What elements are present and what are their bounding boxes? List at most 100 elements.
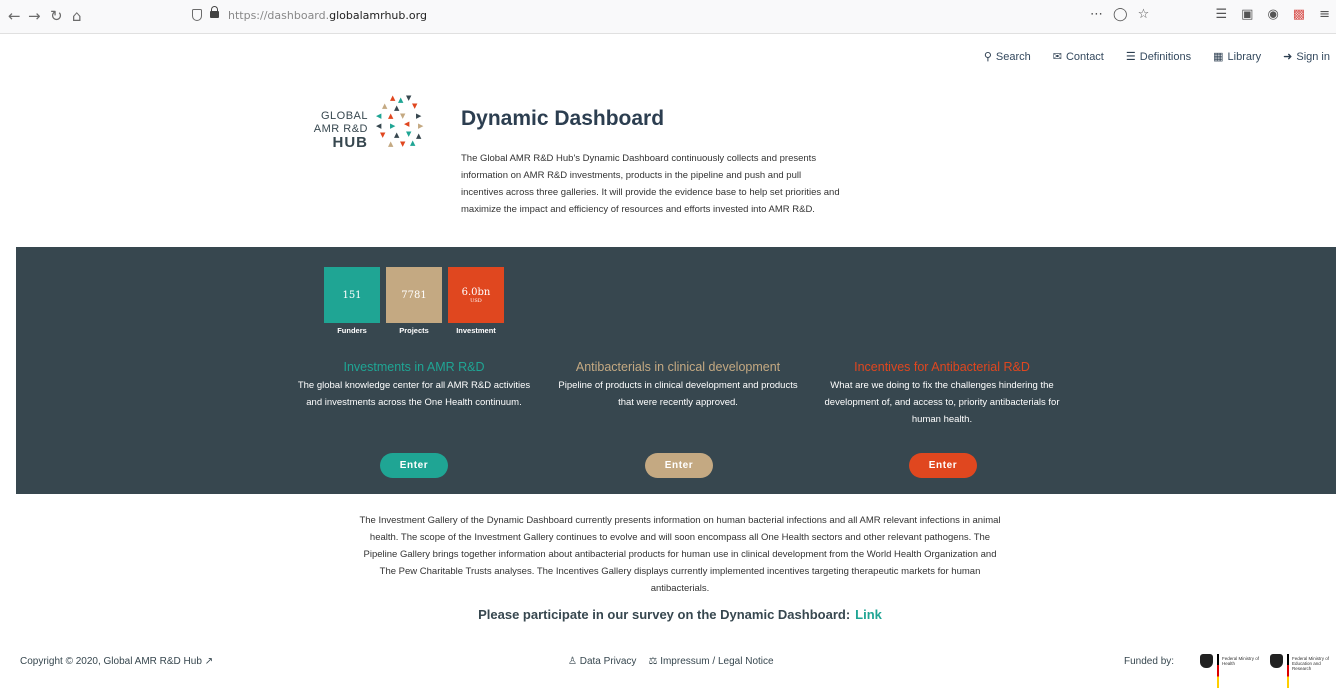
german-flag-stripe <box>1287 654 1289 688</box>
nav-contact[interactable]: ✉ Contact <box>1052 50 1104 64</box>
svg-text:▼: ▼ <box>400 140 406 148</box>
gallery-investments: Investments in AMR R&D The global knowle… <box>294 359 534 411</box>
data-privacy-link[interactable]: ♙ Data Privacy <box>568 656 636 667</box>
nav-library[interactable]: ▦ Library <box>1213 50 1262 64</box>
svg-text:▲: ▲ <box>398 96 404 104</box>
svg-text:▼: ▼ <box>412 102 418 110</box>
logo-text: GLOBAL AMR R&D HUB <box>300 110 368 151</box>
stat-investment-tile: 6.0bn USD <box>448 267 504 323</box>
svg-text:◀: ◀ <box>376 112 382 120</box>
svg-text:▶: ▶ <box>390 122 396 130</box>
logo-line1: GLOBAL <box>320 110 368 122</box>
ministry-health-text: Federal Ministry of Health <box>1222 656 1260 666</box>
page-title: Dynamic Dashboard <box>461 107 665 130</box>
reload-icon[interactable]: ↻ <box>50 7 63 25</box>
library-icon[interactable]: ☰ <box>1216 7 1228 22</box>
nav-search-label: Search <box>995 50 1031 63</box>
sign-in-icon: ➜ <box>1283 51 1293 63</box>
nav-definitions-label: Definitions <box>1139 50 1192 63</box>
data-privacy-label: Data Privacy <box>579 656 637 667</box>
pocket-icon[interactable]: ◯ <box>1113 7 1128 22</box>
svg-text:▲: ▲ <box>388 112 394 120</box>
nav-signin-label: Sign in <box>1296 50 1330 63</box>
gallery-antibacterials-desc: Pipeline of products in clinical develop… <box>558 380 798 408</box>
bookmark-star-icon[interactable]: ☆ <box>1138 7 1150 22</box>
address-bar[interactable]: https://dashboard.globalamrhub.org <box>228 9 427 22</box>
gallery-info-text: The Investment Gallery of the Dynamic Da… <box>359 515 1001 594</box>
forward-icon[interactable]: → <box>28 7 41 25</box>
logo-mark-icon: ▲ ▲ ▼ ▲ ▲ ▼ ◀ ▲ ▼ ▶ ◀ ▶ ◀ ▶ ▼ ▲ ▼ ▲ ▲ ▼ … <box>376 94 424 148</box>
svg-text:▲: ▲ <box>394 131 400 139</box>
ministry-health-logo[interactable]: Federal Ministry of Health <box>1200 654 1264 688</box>
stat-projects-label: Projects <box>399 326 429 335</box>
survey-link[interactable]: Link <box>855 607 882 622</box>
global-amr-hub-logo[interactable]: GLOBAL AMR R&D HUB ▲ ▲ ▼ ▲ ▲ ▼ ◀ ▲ ▼ ▶ ◀… <box>300 92 430 158</box>
gallery-incentives-desc: What are we doing to fix the challenges … <box>824 380 1060 425</box>
more-actions-icon[interactable]: ⋯ <box>1090 7 1103 22</box>
enter-incentives-button[interactable]: Enter <box>909 453 977 478</box>
list-icon: ☰ <box>1125 51 1136 63</box>
ministry-education-logo[interactable]: Federal Ministry of Education and Resear… <box>1270 654 1334 688</box>
stat-investment-unit: USD <box>470 297 482 304</box>
survey-text: Please participate in our survey on the … <box>478 607 851 622</box>
gallery-antibacterials: Antibacterials in clinical development P… <box>558 359 798 411</box>
extension-icon[interactable]: ▩ <box>1293 7 1305 22</box>
footer-links: ♙ Data Privacy ⚖ Impressum / Legal Notic… <box>568 656 774 667</box>
gallery-incentives-title[interactable]: Incentives for Antibacterial R&D <box>822 359 1062 375</box>
url-prefix: https://dashboard. <box>228 9 330 22</box>
svg-text:▲: ▲ <box>382 102 388 110</box>
svg-text:◀: ◀ <box>404 120 410 128</box>
browser-toolbar: ← → ↻ ⌂ https://dashboard.globalamrhub.o… <box>0 0 1336 34</box>
intro-text: The Global AMR R&D Hub's Dynamic Dashboa… <box>461 153 840 215</box>
account-icon[interactable]: ◉ <box>1267 7 1278 22</box>
svg-text:▼: ▼ <box>406 94 412 102</box>
survey-prompt: Please participate in our survey on the … <box>356 607 1004 622</box>
logo-line3: HUB <box>332 134 368 151</box>
stat-funders-value: 151 <box>342 289 362 301</box>
svg-text:▲: ▲ <box>394 104 400 112</box>
lock-icon[interactable] <box>210 6 219 18</box>
nav-signin[interactable]: ➜ Sign in <box>1283 50 1330 64</box>
svg-text:▼: ▼ <box>406 130 412 138</box>
enter-investments-button[interactable]: Enter <box>380 453 448 478</box>
nav-search[interactable]: ⚲ Search <box>984 50 1031 64</box>
nav-library-label: Library <box>1227 50 1262 63</box>
stat-investment-value: 6.0bn <box>461 286 491 298</box>
book-icon: ▦ <box>1213 51 1224 63</box>
copyright: Copyright © 2020, Global AMR R&D Hub ↗ <box>20 656 213 667</box>
user-shield-icon: ♙ <box>568 656 577 667</box>
page-actions: ⋯ ◯ ☆ <box>1090 7 1149 22</box>
home-icon[interactable]: ⌂ <box>72 7 82 25</box>
nav-contact-label: Contact <box>1065 50 1104 63</box>
external-link-icon[interactable]: ↗ <box>205 656 213 667</box>
federal-eagle-icon <box>1200 654 1213 668</box>
copyright-link[interactable]: Global AMR R&D Hub <box>104 656 202 667</box>
url-domain: globalamrhub.org <box>329 9 427 22</box>
stat-funders-tile: 151 <box>324 267 380 323</box>
stat-projects-tile: 7781 <box>386 267 442 323</box>
impressum-link[interactable]: ⚖ Impressum / Legal Notice <box>648 656 773 667</box>
svg-text:▲: ▲ <box>410 139 416 147</box>
svg-text:◀: ◀ <box>376 122 382 130</box>
tracking-shield-icon[interactable] <box>192 9 202 21</box>
svg-text:▲: ▲ <box>390 94 396 102</box>
sidebar-icon[interactable]: ▣ <box>1241 7 1253 22</box>
svg-text:▲: ▲ <box>388 140 394 148</box>
stat-funders-label: Funders <box>337 326 367 335</box>
copyright-text: Copyright © 2020, <box>20 656 101 667</box>
gallery-incentives: Incentives for Antibacterial R&D What ar… <box>822 359 1062 428</box>
toolbar-icons: ☰ ▣ ◉ ▩ ≡ <box>1216 7 1331 22</box>
enter-antibacterials-button[interactable]: Enter <box>645 453 713 478</box>
menu-icon[interactable]: ≡ <box>1319 7 1330 22</box>
balance-icon: ⚖ <box>648 656 658 667</box>
envelope-icon: ✉ <box>1052 51 1062 63</box>
nav-definitions[interactable]: ☰ Definitions <box>1125 50 1192 64</box>
gallery-investments-title[interactable]: Investments in AMR R&D <box>294 359 534 375</box>
ministry-education-text: Federal Ministry of Education and Resear… <box>1292 656 1330 671</box>
svg-text:▶: ▶ <box>418 122 424 130</box>
federal-eagle-icon <box>1270 654 1283 668</box>
gallery-antibacterials-title[interactable]: Antibacterials in clinical development <box>558 359 798 375</box>
top-nav: ⚲ Search ✉ Contact ☰ Definitions ▦ Libra… <box>984 50 1330 64</box>
svg-text:▼: ▼ <box>380 131 386 139</box>
back-icon[interactable]: ← <box>8 7 21 25</box>
